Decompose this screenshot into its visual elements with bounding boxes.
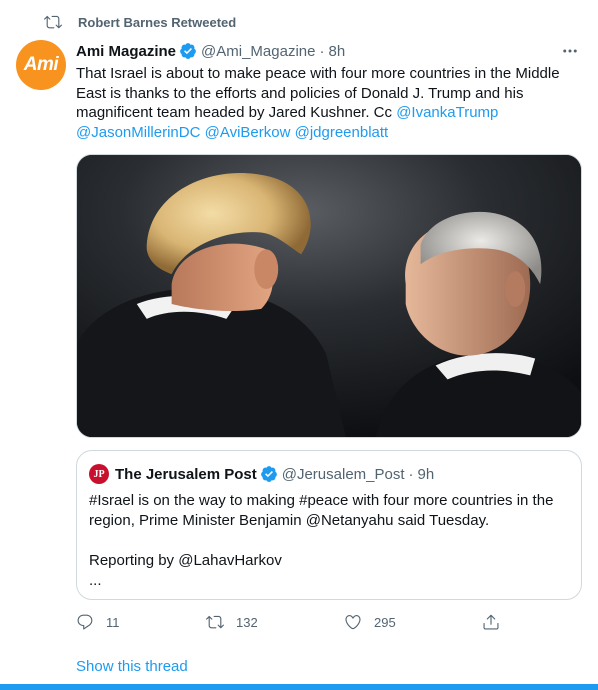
tweet-text-line: East is thanks to the efforts and polici… — [76, 84, 524, 102]
more-options-button[interactable] — [558, 39, 582, 63]
quoted-tweet-timestamp: 9h — [417, 465, 435, 483]
mention-link[interactable]: @IvankaTrump — [396, 104, 498, 121]
quoted-tweet-header: JP The Jerusalem Post @Jerusalem_Post · … — [89, 463, 434, 485]
share-button[interactable] — [482, 613, 500, 631]
mention-link[interactable]: @AviBerkow — [205, 124, 291, 141]
avatar[interactable]: Ami — [16, 40, 66, 90]
quoted-tweet-text: #Israel is on the way to making #peace w… — [89, 491, 569, 591]
quoted-text-line: region, Prime Minister Benjamin @Netanya… — [89, 512, 490, 529]
retweet-icon — [206, 615, 224, 629]
reply-icon — [77, 614, 93, 630]
tweet-timestamp[interactable]: 8h — [328, 43, 345, 60]
more-icon — [563, 49, 577, 53]
show-thread-link[interactable]: Show this thread — [76, 658, 188, 675]
photo-image — [77, 155, 581, 437]
mention-link[interactable]: @JasonMillerinDC — [76, 124, 200, 141]
author-handle[interactable]: @Ami_Magazine — [201, 43, 315, 60]
tweet-text: That Israel is about to make peace with … — [76, 64, 576, 142]
like-button[interactable]: 295 — [344, 613, 396, 631]
quoted-text-line — [89, 531, 569, 551]
jerusalem-post-logo: JP — [89, 464, 109, 484]
verified-badge-icon — [180, 43, 196, 59]
quoted-author-handle: @Jerusalem_Post — [281, 465, 405, 483]
retweet-icon — [44, 13, 62, 31]
tweet-header: Ami Magazine @Ami_Magazine · 8h — [76, 41, 582, 61]
verified-badge-icon — [260, 466, 277, 482]
reply-button[interactable]: 11 — [76, 613, 120, 631]
avatar-logo-text: Ami — [23, 54, 59, 75]
author-name[interactable]: Ami Magazine — [76, 43, 176, 60]
tweet-text-line: That Israel is about to make peace with … — [76, 65, 560, 82]
retweet-button[interactable]: 132 — [206, 613, 258, 631]
retweet-banner: Robert Barnes Retweeted — [44, 12, 236, 32]
quoted-text-line: ... — [89, 572, 102, 589]
share-icon — [483, 614, 499, 630]
tweet-photo[interactable] — [76, 154, 582, 438]
quoted-tweet[interactable]: JP The Jerusalem Post @Jerusalem_Post · … — [76, 450, 582, 600]
quoted-header-separator: · — [408, 465, 414, 483]
reply-count: 11 — [106, 614, 120, 630]
tweet-actions: 11 132 295 — [76, 610, 516, 634]
retweet-banner-text[interactable]: Robert Barnes Retweeted — [78, 15, 236, 30]
quoted-author-name: The Jerusalem Post — [115, 465, 257, 483]
quoted-text-line: #Israel is on the way to making #peace w… — [89, 492, 554, 509]
header-separator: · — [319, 42, 325, 60]
bottom-accent-bar — [0, 684, 598, 690]
tweet-text-line: magnificent team headed by Jared Kushner… — [76, 104, 397, 121]
heart-icon — [345, 615, 361, 630]
retweet-count: 132 — [236, 614, 258, 630]
like-count: 295 — [374, 614, 396, 630]
quoted-text-line: Reporting by @LahavHarkov — [89, 552, 282, 569]
mention-link[interactable]: @jdgreenblatt — [295, 124, 389, 141]
